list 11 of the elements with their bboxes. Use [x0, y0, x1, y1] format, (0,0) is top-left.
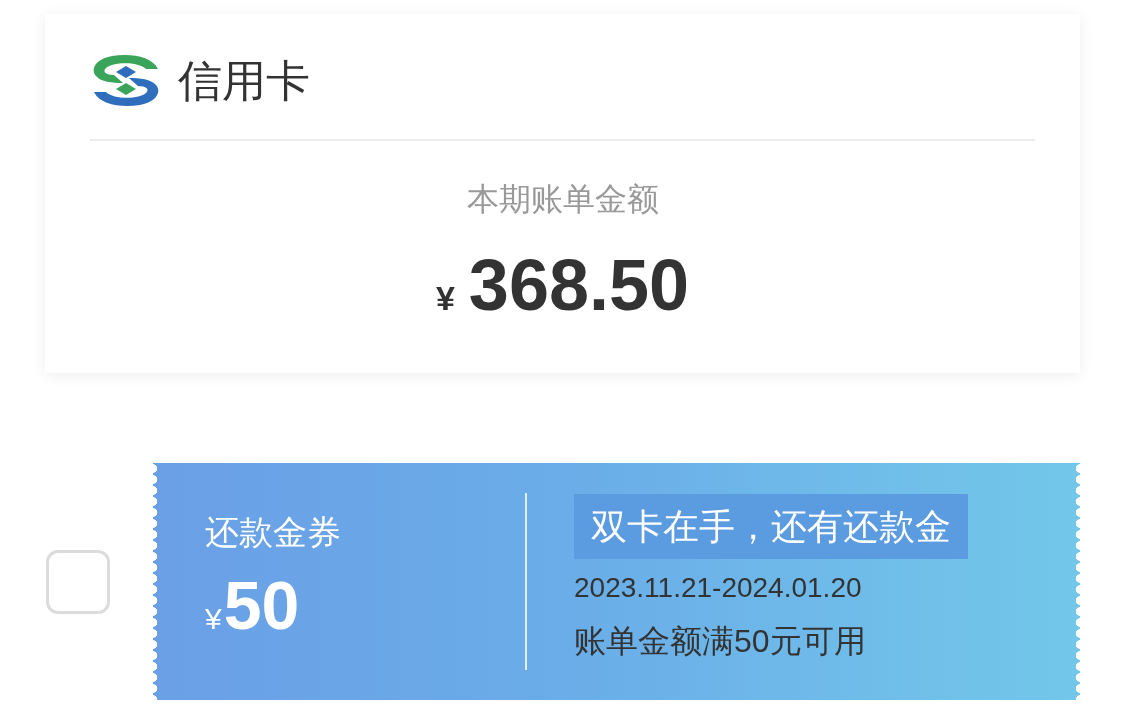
usage-condition: 账单金额满50元可用	[574, 623, 866, 659]
card-title: 信用卡	[178, 58, 310, 103]
bill-amount-label: 本期账单金额	[466, 183, 659, 215]
promo-tag: 双卡在手，还有还款金	[574, 494, 968, 559]
coupon-title: 还款金券	[205, 515, 341, 549]
validity-dates: 2023.11.21-2024.01.20	[574, 573, 862, 604]
currency-symbol: ¥	[205, 602, 222, 636]
checkbox[interactable]	[46, 549, 110, 614]
coupon-value: 50	[223, 571, 300, 639]
currency-symbol: ¥	[435, 279, 455, 318]
bill-amount: 368.50	[468, 249, 690, 321]
